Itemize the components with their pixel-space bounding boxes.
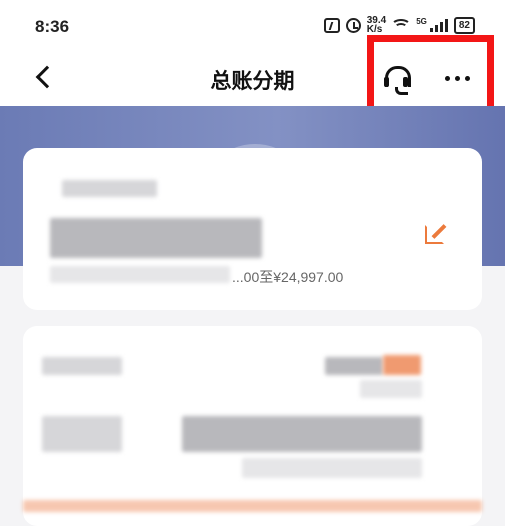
wifi-icon — [391, 18, 412, 32]
blurred-detail-left — [42, 416, 122, 452]
blurred-plan-label — [42, 357, 122, 375]
nfc-icon — [323, 17, 340, 33]
net-speed-unit: K/s — [366, 24, 383, 35]
net-speed: 39.4 K/s — [366, 16, 386, 35]
status-icons: 39.4 K/s 5G 82 — [323, 16, 475, 35]
blurred-plan-note — [360, 380, 422, 398]
installment-range: ...00至¥24,997.00 — [232, 269, 344, 285]
blurred-label — [62, 180, 157, 197]
blurred-range-prefix — [50, 266, 230, 283]
signal-type: 5G — [416, 16, 427, 26]
blurred-detail-sub — [242, 458, 422, 478]
blurred-detail-right — [182, 416, 422, 452]
alarm-icon — [345, 17, 361, 33]
blurred-plan-tag — [383, 355, 421, 375]
signal-icon — [429, 18, 448, 32]
blurred-action-bar[interactable] — [23, 500, 482, 512]
blurred-amount — [50, 218, 262, 258]
status-time: 8:36 — [35, 17, 70, 36]
edit-icon[interactable] — [425, 221, 451, 247]
battery-icon: 82 — [453, 16, 475, 34]
blurred-plan-value — [325, 357, 383, 375]
